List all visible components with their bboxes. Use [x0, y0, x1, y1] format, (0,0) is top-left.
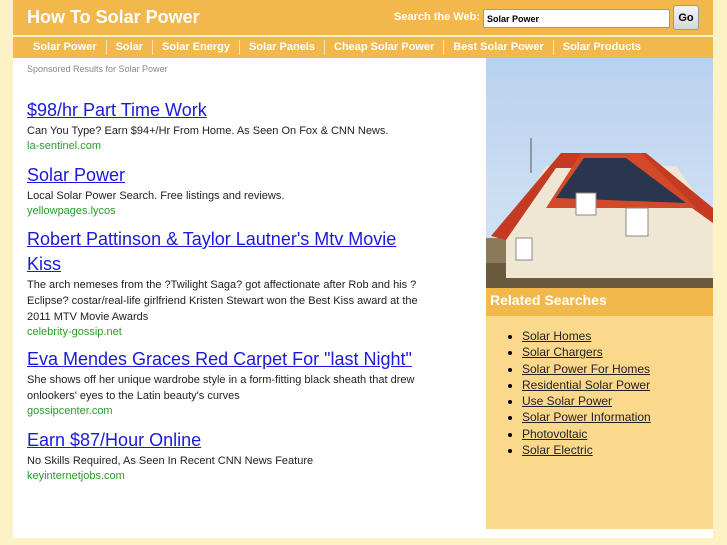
list-item: Solar Power Information	[522, 409, 713, 425]
sponsored-label: Sponsored Results for Solar Power	[27, 64, 168, 74]
list-item: Solar Power For Homes	[522, 361, 713, 377]
search-label: Search the Web:	[394, 11, 480, 23]
solar-house-photo	[486, 58, 713, 288]
sidebar-footer	[486, 529, 713, 538]
ad-url[interactable]: keyinternetjobs.com	[27, 469, 427, 484]
related-link[interactable]: Solar Electric	[522, 443, 593, 457]
nav-bar: Solar Power Solar Solar Energy Solar Pan…	[13, 37, 713, 58]
ad-title-link[interactable]: Earn $87/Hour Online	[27, 428, 427, 453]
list-item: Photovoltaic	[522, 426, 713, 442]
ad-title-link[interactable]: Solar Power	[27, 163, 427, 188]
related-link[interactable]: Solar Homes	[522, 329, 591, 343]
go-button[interactable]: Go	[673, 5, 699, 30]
ad-title-link[interactable]: Robert Pattinson & Taylor Lautner's Mtv …	[27, 227, 427, 277]
ad-listing: Earn $87/Hour Online No Skills Required,…	[27, 428, 427, 484]
search-input[interactable]	[483, 9, 670, 28]
ad-url[interactable]: gossipcenter.com	[27, 404, 427, 419]
ad-listing: Robert Pattinson & Taylor Lautner's Mtv …	[27, 227, 427, 340]
ad-url[interactable]: yellowpages.lycos	[27, 204, 427, 219]
main-content: Sponsored Results for Solar Power $98/hr…	[13, 58, 486, 538]
ad-listing: Eva Mendes Graces Red Carpet For "last N…	[27, 347, 427, 419]
ad-description: She shows off her unique wardrobe style …	[27, 374, 415, 402]
related-link[interactable]: Residential Solar Power	[522, 378, 650, 392]
related-link[interactable]: Use Solar Power	[522, 394, 612, 408]
list-item: Solar Electric	[522, 442, 713, 458]
ad-description: The arch nemeses from the ?Twilight Saga…	[27, 279, 418, 323]
list-item: Solar Homes	[522, 328, 713, 344]
related-searches-panel: Related Searches Solar Homes Solar Charg…	[486, 288, 713, 538]
ad-description: Local Solar Power Search. Free listings …	[27, 190, 285, 202]
ad-listing: Solar Power Local Solar Power Search. Fr…	[27, 163, 427, 219]
related-link[interactable]: Solar Power For Homes	[522, 362, 650, 376]
nav-item-solar-products[interactable]: Solar Products	[552, 40, 650, 55]
related-link[interactable]: Photovoltaic	[522, 427, 587, 441]
nav-item-best-solar-power[interactable]: Best Solar Power	[443, 40, 552, 55]
ad-title-link[interactable]: Eva Mendes Graces Red Carpet For "last N…	[27, 347, 427, 372]
nav-item-solar-energy[interactable]: Solar Energy	[152, 40, 239, 55]
site-title[interactable]: How To Solar Power	[27, 7, 200, 28]
header: How To Solar Power Search the Web: Go	[13, 0, 713, 35]
ad-url[interactable]: la-sentinel.com	[27, 139, 427, 154]
ad-listing: $98/hr Part Time Work Can You Type? Earn…	[27, 98, 427, 154]
ad-description: No Skills Required, As Seen In Recent CN…	[27, 455, 314, 467]
nav-item-solar[interactable]: Solar	[105, 40, 153, 55]
list-item: Use Solar Power	[522, 393, 713, 409]
ad-title-link[interactable]: $98/hr Part Time Work	[27, 98, 427, 123]
list-item: Solar Chargers	[522, 344, 713, 360]
related-searches-list: Solar Homes Solar Chargers Solar Power F…	[522, 328, 713, 458]
related-link[interactable]: Solar Chargers	[522, 345, 603, 359]
related-link[interactable]: Solar Power Information	[522, 410, 651, 424]
nav-item-cheap-solar-power[interactable]: Cheap Solar Power	[324, 40, 443, 55]
house-image	[486, 138, 713, 288]
nav-item-solar-panels[interactable]: Solar Panels	[238, 40, 324, 55]
related-searches-title: Related Searches	[486, 288, 713, 316]
list-item: Residential Solar Power	[522, 377, 713, 393]
ad-description: Can You Type? Earn $94+/Hr From Home. As…	[27, 125, 389, 137]
nav-item-solar-power[interactable]: Solar Power	[26, 40, 106, 55]
ad-url[interactable]: celebrity-gossip.net	[27, 325, 427, 340]
